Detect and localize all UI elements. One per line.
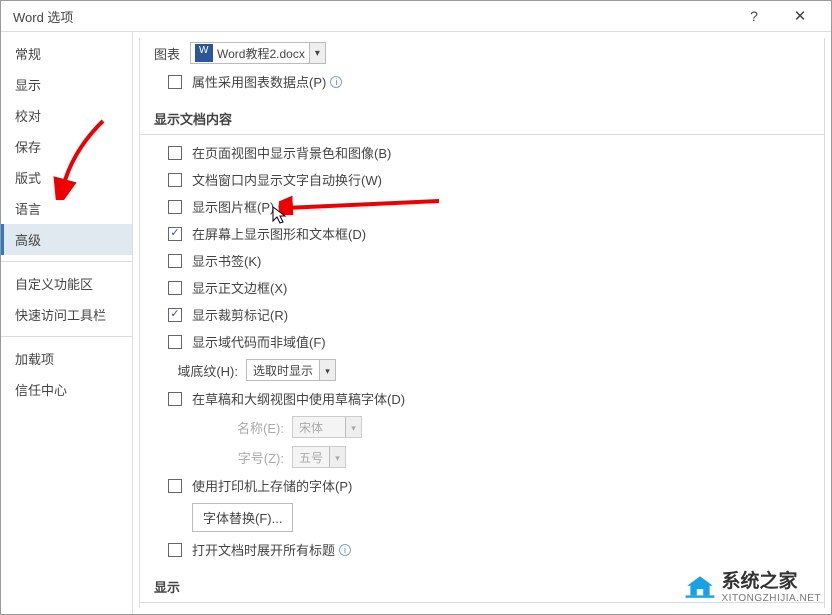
label-bg-images: 在页面视图中显示背景色和图像(B) [192,143,391,162]
watermark-logo-icon [684,571,716,599]
info-icon[interactable]: i [339,544,351,556]
nav-divider [1,261,132,262]
nav-quick-access[interactable]: 快速访问工具栏 [1,299,132,330]
checkbox-chart-datapoints[interactable] [168,75,182,89]
checkbox-crop-marks[interactable] [168,308,182,322]
draft-font-size-label: 字号(Z): [214,448,284,467]
field-shading-label: 域底纹(H): [168,361,238,380]
label-crop-marks: 显示裁剪标记(R) [192,305,288,324]
checkbox-picture-placeholders[interactable] [168,200,182,214]
draft-font-size-value: 五号 [293,449,329,466]
nav-general[interactable]: 常规 [1,38,132,69]
chevron-down-icon[interactable]: ▾ [319,360,335,380]
nav-divider [1,336,132,337]
help-button[interactable]: ? [731,8,777,24]
close-button[interactable]: ✕ [777,7,823,25]
label-draft-font: 在草稿和大纲视图中使用草稿字体(D) [192,389,405,408]
content-panel: 图表 Word教程2.docx ▾ 属性采用图表数据点(P) i 显示文档内容 … [139,38,825,608]
watermark-url: XITONGZHIJIA.NET [722,593,822,604]
label-expand-headings: 打开文档时展开所有标题 [192,540,335,559]
label-text-boundaries: 显示正文边框(X) [192,278,287,297]
checkbox-bg-images[interactable] [168,146,182,160]
info-icon[interactable]: i [330,76,342,88]
document-name: Word教程2.docx [217,45,309,62]
draft-font-size-dropdown: 五号 ▾ [292,446,346,468]
document-dropdown[interactable]: Word教程2.docx ▾ [190,42,326,64]
sidebar: 常规 显示 校对 保存 版式 语言 高级 自定义功能区 快速访问工具栏 加载项 … [1,32,133,614]
chevron-down-icon[interactable]: ▾ [309,43,325,63]
label-drawings: 在屏幕上显示图形和文本框(D) [192,224,366,243]
window-title: Word 选项 [13,7,731,26]
info-icon[interactable]: i [278,201,290,213]
watermark: 系统之家 XITONGZHIJIA.NET [684,566,822,604]
checkbox-bookmarks[interactable] [168,254,182,268]
nav-addins[interactable]: 加载项 [1,343,132,374]
draft-font-name-dropdown: 宋体 ▾ [292,416,362,438]
checkbox-printer-fonts[interactable] [168,479,182,493]
label-bookmarks: 显示书签(K) [192,251,261,270]
section-display-doc-content: 显示文档内容 [140,101,824,135]
nav-advanced[interactable]: 高级 [1,224,132,255]
watermark-title: 系统之家 [722,566,822,593]
field-shading-value: 选取时显示 [247,362,319,379]
checkbox-field-codes[interactable] [168,335,182,349]
font-substitution-button[interactable]: 字体替换(F)... [192,503,293,532]
nav-proofing[interactable]: 校对 [1,100,132,131]
label-chart-datapoints: 属性采用图表数据点(P) [192,72,326,91]
draft-font-name-value: 宋体 [293,419,345,436]
checkbox-expand-headings[interactable] [168,543,182,557]
nav-trust-center[interactable]: 信任中心 [1,374,132,405]
label-wrap: 文档窗口内显示文字自动换行(W) [192,170,382,189]
label-picture-placeholders: 显示图片框(P) [192,197,274,216]
nav-customize-ribbon[interactable]: 自定义功能区 [1,268,132,299]
label-field-codes: 显示域代码而非域值(F) [192,332,326,351]
checkbox-draft-font[interactable] [168,392,182,406]
nav-language[interactable]: 语言 [1,193,132,224]
field-shading-dropdown[interactable]: 选取时显示 ▾ [246,359,336,381]
checkbox-text-boundaries[interactable] [168,281,182,295]
word-doc-icon [195,44,213,62]
nav-display[interactable]: 显示 [1,69,132,100]
nav-save[interactable]: 保存 [1,131,132,162]
checkbox-wrap[interactable] [168,173,182,187]
draft-font-name-label: 名称(E): [214,418,284,437]
checkbox-drawings[interactable] [168,227,182,241]
chevron-down-icon: ▾ [345,417,361,437]
label-printer-fonts: 使用打印机上存储的字体(P) [192,476,352,495]
nav-layout[interactable]: 版式 [1,162,132,193]
chart-section-label: 图表 [154,44,180,63]
chevron-down-icon: ▾ [329,447,345,467]
